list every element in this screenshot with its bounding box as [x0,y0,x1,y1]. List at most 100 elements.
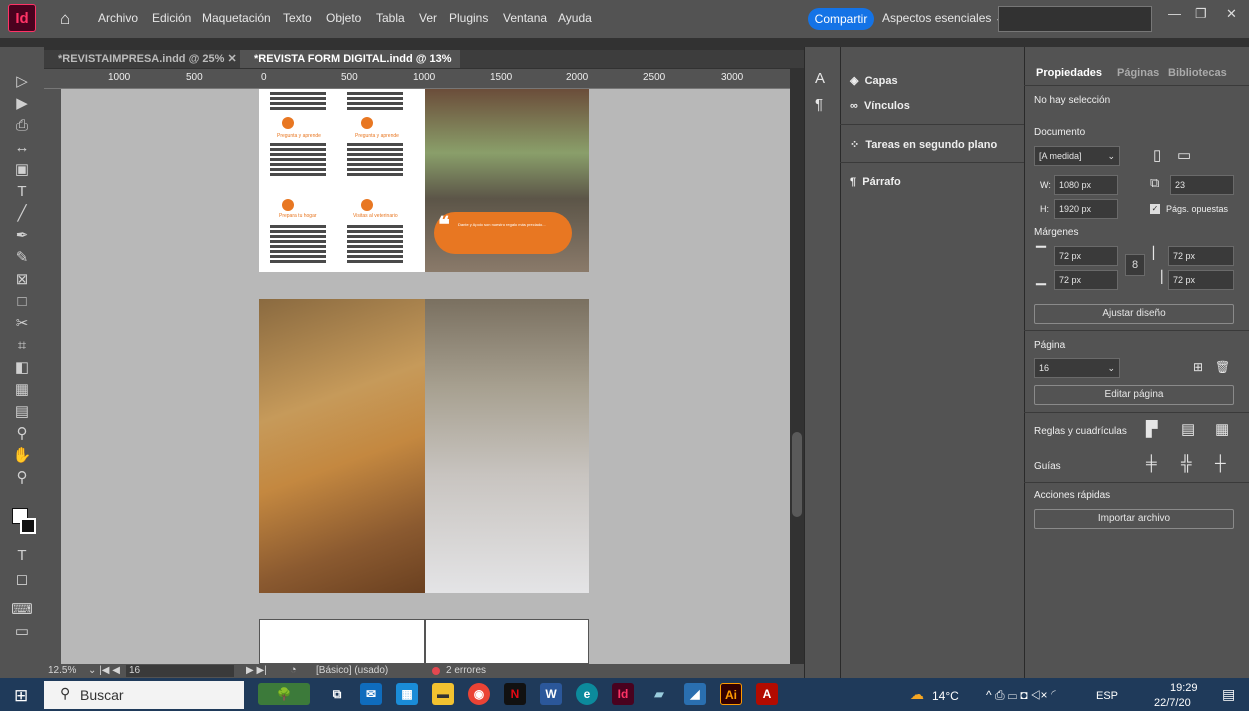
edge-icon[interactable]: e [576,683,598,705]
word-icon[interactable]: W [540,683,562,705]
tab-pages[interactable]: Páginas [1117,67,1159,79]
mail-icon[interactable]: ✉ [360,683,382,705]
width-field[interactable]: 1080 px [1054,175,1118,195]
margin-left-field[interactable]: 72 px [1168,246,1234,266]
tab-libraries[interactable]: Bibliotecas [1168,67,1230,79]
share-button[interactable]: Compartir [808,8,874,30]
gradient-feather-tool-icon[interactable]: ▦ [10,380,34,400]
close-icon[interactable]: ✕ [227,53,236,65]
panel-background-tasks[interactable]: ⁘ Tareas en segundo plano [850,138,997,151]
menu-ventana[interactable]: Ventana [503,11,547,25]
character-styles-icon[interactable]: A [815,70,825,87]
panel-links[interactable]: ∞ Vínculos [850,100,910,112]
document-grid-icon[interactable]: ▦ [1215,420,1229,438]
gap-tool-icon[interactable]: ↔ [10,138,34,158]
rulers-icon[interactable]: ▛ [1146,420,1158,438]
smart-guides-icon[interactable]: ╬ [1181,455,1192,472]
clock-date[interactable]: 22/7/20 [1154,697,1191,709]
preflight-profile[interactable]: [Básico] (usado) [316,665,388,676]
pages-count-field[interactable]: 23 [1170,175,1234,195]
menu-plugins[interactable]: Plugins [449,11,488,25]
tab-revista-digital[interactable]: *REVISTA FORM DIGITAL.indd @ 13% ✕ [240,50,460,83]
panel-layers[interactable]: ◈ Capas [850,74,898,87]
menu-ver[interactable]: Ver [419,11,437,25]
note-tool-icon[interactable]: ▤ [10,402,34,422]
page-dropdown[interactable]: 16 ⌄ [1034,358,1120,378]
adobe-stock-icon[interactable]: ⌨ [10,600,34,620]
landscape-orientation-icon[interactable]: ▭ [1177,146,1191,164]
content-collector-icon[interactable]: ▣ [10,160,34,180]
guides-icon[interactable]: ╪ [1146,455,1157,472]
import-file-button[interactable]: Importar archivo [1034,509,1234,529]
file-explorer-icon[interactable]: ▬ [432,683,454,705]
portrait-orientation-icon[interactable]: ▯ [1153,146,1161,164]
photos-icon[interactable]: ◢ [684,683,706,705]
taskbar-search-input[interactable]: Buscar [44,681,244,709]
calendar-icon[interactable]: ▦ [396,683,418,705]
add-page-icon[interactable]: ⊞ [1193,360,1203,374]
preset-dropdown[interactable]: [A medida] ⌄ [1034,146,1120,166]
zoom-level[interactable]: 12.5% [48,665,76,676]
menu-maquetacion[interactable]: Maquetación [202,11,271,25]
menu-tabla[interactable]: Tabla [376,11,405,25]
minimize-icon[interactable]: — [1168,6,1181,21]
snap-guides-icon[interactable]: ┼ [1215,455,1226,472]
photo-cat[interactable] [425,299,589,593]
checkbox-checked-icon[interactable]: ✓ [1150,204,1160,214]
margin-top-field[interactable]: 72 px [1054,246,1118,266]
next-page-arrows[interactable]: ▶ ▶| [246,665,267,676]
windows-start-icon[interactable]: ⊞ [14,686,28,706]
restore-icon[interactable]: ❐ [1195,6,1207,22]
close-icon[interactable]: ✕ [1226,6,1237,22]
selection-tool-icon[interactable]: ▷ [10,72,34,92]
menu-archivo[interactable]: Archivo [98,11,138,25]
panel-paragraph[interactable]: ¶ Párrafo [850,176,901,188]
page-tool-icon[interactable]: ⎙ [10,116,34,136]
link-margins-icon[interactable]: 8 [1125,254,1145,276]
page-left-spread3[interactable] [259,619,425,664]
tab-revista-impresa[interactable]: *REVISTAIMPRESA.indd @ 25% ✕ [44,50,240,68]
edit-page-button[interactable]: Editar página [1034,385,1234,405]
page-number-field[interactable]: 16 [126,665,234,677]
tab-properties[interactable]: Propiedades [1036,67,1102,79]
stroke-swatch[interactable] [20,518,36,534]
netflix-icon[interactable]: N [504,683,526,705]
height-field[interactable]: 1920 px [1054,199,1118,219]
weather-temp[interactable]: 14°C [932,689,959,703]
menu-edicion[interactable]: Edición [152,11,191,25]
preflight-icon[interactable]: ◔ [290,664,297,676]
screen-mode-icon[interactable]: ▭ [10,622,34,642]
direct-selection-tool-icon[interactable]: ▶ [10,94,34,114]
pen-tool-icon[interactable]: ✒ [10,226,34,246]
eyedropper-tool-icon[interactable]: ⚲ [10,424,34,444]
zoom-tool-icon[interactable]: ⚲ [10,468,34,488]
menu-ayuda[interactable]: Ayuda [558,11,592,25]
illustrator-icon[interactable]: Ai [720,683,742,705]
menu-objeto[interactable]: Objeto [326,11,361,25]
line-tool-icon[interactable]: ╱ [10,204,34,224]
page-nav-arrows[interactable]: ⌄ |◀ ◀ [88,665,120,676]
task-view-icon[interactable]: ⧉ [326,683,348,705]
workspace-selector[interactable]: Aspectos esenciales ⌄ [882,11,1005,25]
rectangle-tool-icon[interactable]: □ [10,292,34,312]
clock-time[interactable]: 19:29 [1170,682,1198,694]
apply-color-icon[interactable]: ◻ [10,570,34,590]
notifications-icon[interactable]: ▤ [1222,686,1235,703]
free-transform-tool-icon[interactable]: ⌗ [10,336,34,356]
error-count[interactable]: 2 errores [446,665,486,676]
home-icon[interactable]: ⌂ [60,9,70,29]
menu-texto[interactable]: Texto [283,11,312,25]
adjust-layout-button[interactable]: Ajustar diseño [1034,304,1234,324]
scissors-tool-icon[interactable]: ✂ [10,314,34,334]
indesign-taskbar-icon[interactable]: Id [612,683,634,705]
pencil-tool-icon[interactable]: ✎ [10,248,34,268]
gradient-swatch-tool-icon[interactable]: ◧ [10,358,34,378]
app-icon[interactable]: ▰ [648,683,670,705]
trash-icon[interactable]: 🗑 [1215,360,1230,374]
search-input[interactable] [998,6,1152,32]
baseline-grid-icon[interactable]: ▤ [1181,420,1195,438]
photo-dog[interactable] [259,299,425,593]
rectangle-frame-tool-icon[interactable]: ⊠ [10,270,34,290]
paragraph-styles-icon[interactable]: ¶ [815,96,823,113]
language-indicator[interactable]: ESP [1096,690,1118,702]
